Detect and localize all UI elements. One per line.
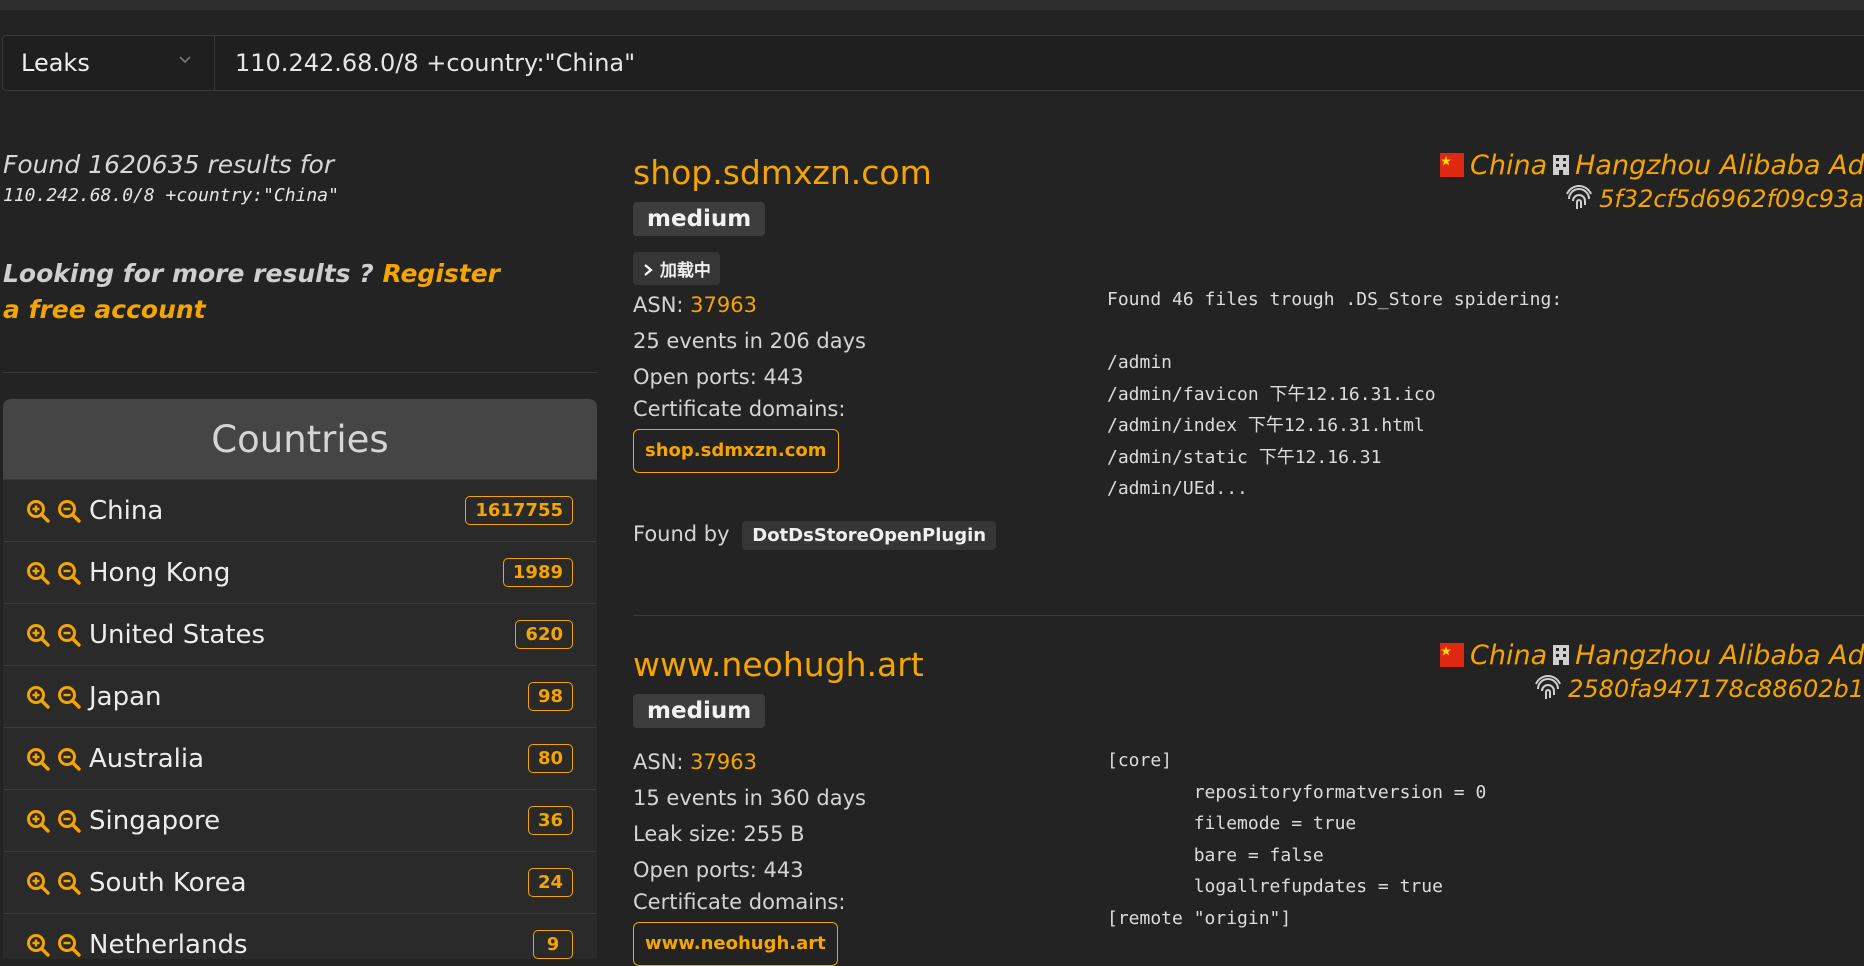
country-row[interactable]: South Korea 24 [3, 852, 597, 914]
search-bar: Leaks 110.242.68.0/8 +country:"China" [2, 35, 1864, 91]
loading-label: 加载中 [659, 261, 711, 281]
organization-link[interactable]: Hangzhou Alibaba Advertising Co.,Ltd. [1575, 640, 1864, 671]
severity-badge: medium [633, 202, 766, 236]
country-row[interactable]: China 1617755 [3, 480, 597, 542]
zoom-in-icon[interactable] [25, 560, 51, 586]
country-row[interactable]: Australia 80 [3, 728, 597, 790]
chevron-right-icon [644, 264, 653, 276]
countries-title: Countries [3, 399, 597, 480]
country-link[interactable]: China [1470, 640, 1547, 671]
country-count-badge: 1617755 [465, 496, 573, 525]
country-name[interactable]: China [89, 496, 465, 526]
result-divider [633, 615, 1864, 616]
search-type-select[interactable]: Leaks [3, 36, 215, 90]
countries-panel: Countries China 1617755 Hong Kong 1989 Unite… [3, 399, 597, 959]
more-results-text: Looking for more results ? Register a fr… [3, 256, 523, 328]
fingerprint-icon [1566, 185, 1593, 209]
asn-label: ASN: [633, 293, 684, 317]
country-name[interactable]: Hong Kong [89, 558, 503, 588]
zoom-in-icon[interactable] [25, 746, 51, 772]
severity-badge: medium [633, 694, 766, 728]
zoom-in-icon[interactable] [25, 808, 51, 834]
hash-link[interactable]: 5f32cf5d6962f09c93a [1599, 185, 1864, 213]
zoom-out-icon[interactable] [56, 622, 82, 648]
organization-link[interactable]: Hangzhou Alibaba Advertising Co.,Ltd. [1575, 150, 1864, 181]
country-name[interactable]: Netherlands [89, 930, 533, 960]
result-location-info: China Hangzhou Alibaba Advertising Co.,Lt… [1440, 150, 1864, 213]
result-location-info: China Hangzhou Alibaba Advertising Co.,Lt… [1440, 640, 1864, 703]
found-query-text: 110.242.68.0/8 +country:"China" [3, 185, 339, 206]
countries-list: China 1617755 Hong Kong 1989 United States 62… [3, 480, 597, 959]
zoom-out-icon[interactable] [56, 870, 82, 896]
country-count-badge: 98 [527, 682, 573, 711]
zoom-out-icon[interactable] [56, 560, 82, 586]
search-input[interactable]: 110.242.68.0/8 +country:"China" [215, 36, 1864, 90]
country-link[interactable]: China [1470, 150, 1547, 181]
divider [3, 372, 597, 373]
asn-link[interactable]: 37963 [690, 750, 757, 774]
found-by-line: Found by DotDsStoreOpenPlugin [633, 521, 1864, 550]
plugin-badge[interactable]: DotDsStoreOpenPlugin [742, 521, 997, 550]
china-flag-icon [1440, 643, 1464, 667]
china-flag-icon [1440, 153, 1464, 177]
zoom-out-icon[interactable] [56, 498, 82, 524]
country-row[interactable]: Singapore 36 [3, 790, 597, 852]
zoom-in-icon[interactable] [25, 870, 51, 896]
leak-summary-text: Found 46 files trough .DS_Store spiderin… [1107, 289, 1563, 499]
country-count-badge: 620 [515, 620, 573, 649]
country-count-badge: 80 [527, 744, 573, 773]
country-name[interactable]: Japan [89, 682, 528, 712]
leak-summary-text: [core] repositoryformatversion = 0 filem… [1107, 750, 1487, 929]
found-count-text: Found 1620635 results for [3, 150, 335, 179]
country-name[interactable]: Singapore [89, 806, 528, 836]
zoom-in-icon[interactable] [25, 684, 51, 710]
country-row[interactable]: Hong Kong 1989 [3, 542, 597, 604]
asn-link[interactable]: 37963 [690, 293, 757, 317]
loading-toggle[interactable]: 加载中 [633, 252, 720, 285]
country-row[interactable]: Japan 98 [3, 666, 597, 728]
results-summary: Found 1620635 results for 110.242.68.0/8… [0, 150, 600, 328]
country-count-badge: 36 [527, 806, 573, 835]
zoom-in-icon[interactable] [25, 622, 51, 648]
asn-label: ASN: [633, 750, 684, 774]
top-bar [0, 0, 1864, 10]
search-type-label: Leaks [21, 49, 90, 77]
zoom-out-icon[interactable] [56, 808, 82, 834]
fingerprint-icon [1535, 675, 1562, 699]
country-count-badge: 24 [527, 868, 573, 897]
hash-link[interactable]: 2580fa947178c88602b1 [1568, 675, 1864, 703]
building-icon [1553, 645, 1570, 665]
zoom-out-icon[interactable] [56, 684, 82, 710]
more-results-prefix: Looking for more results ? [3, 259, 374, 288]
zoom-out-icon[interactable] [56, 746, 82, 772]
country-row[interactable]: Netherlands 9 [3, 914, 597, 959]
country-row[interactable]: United States 620 [3, 604, 597, 666]
building-icon [1553, 155, 1570, 175]
country-count-badge: 1989 [502, 558, 573, 587]
country-name[interactable]: United States [89, 620, 515, 650]
found-by-label: Found by [633, 522, 730, 546]
country-name[interactable]: South Korea [89, 868, 528, 898]
zoom-in-icon[interactable] [25, 498, 51, 524]
certificate-domain-chip[interactable]: www.neohugh.art [633, 922, 838, 966]
certificate-domain-chip[interactable]: shop.sdmxzn.com [633, 429, 839, 473]
country-name[interactable]: Australia [89, 744, 528, 774]
chevron-down-icon [179, 56, 191, 64]
